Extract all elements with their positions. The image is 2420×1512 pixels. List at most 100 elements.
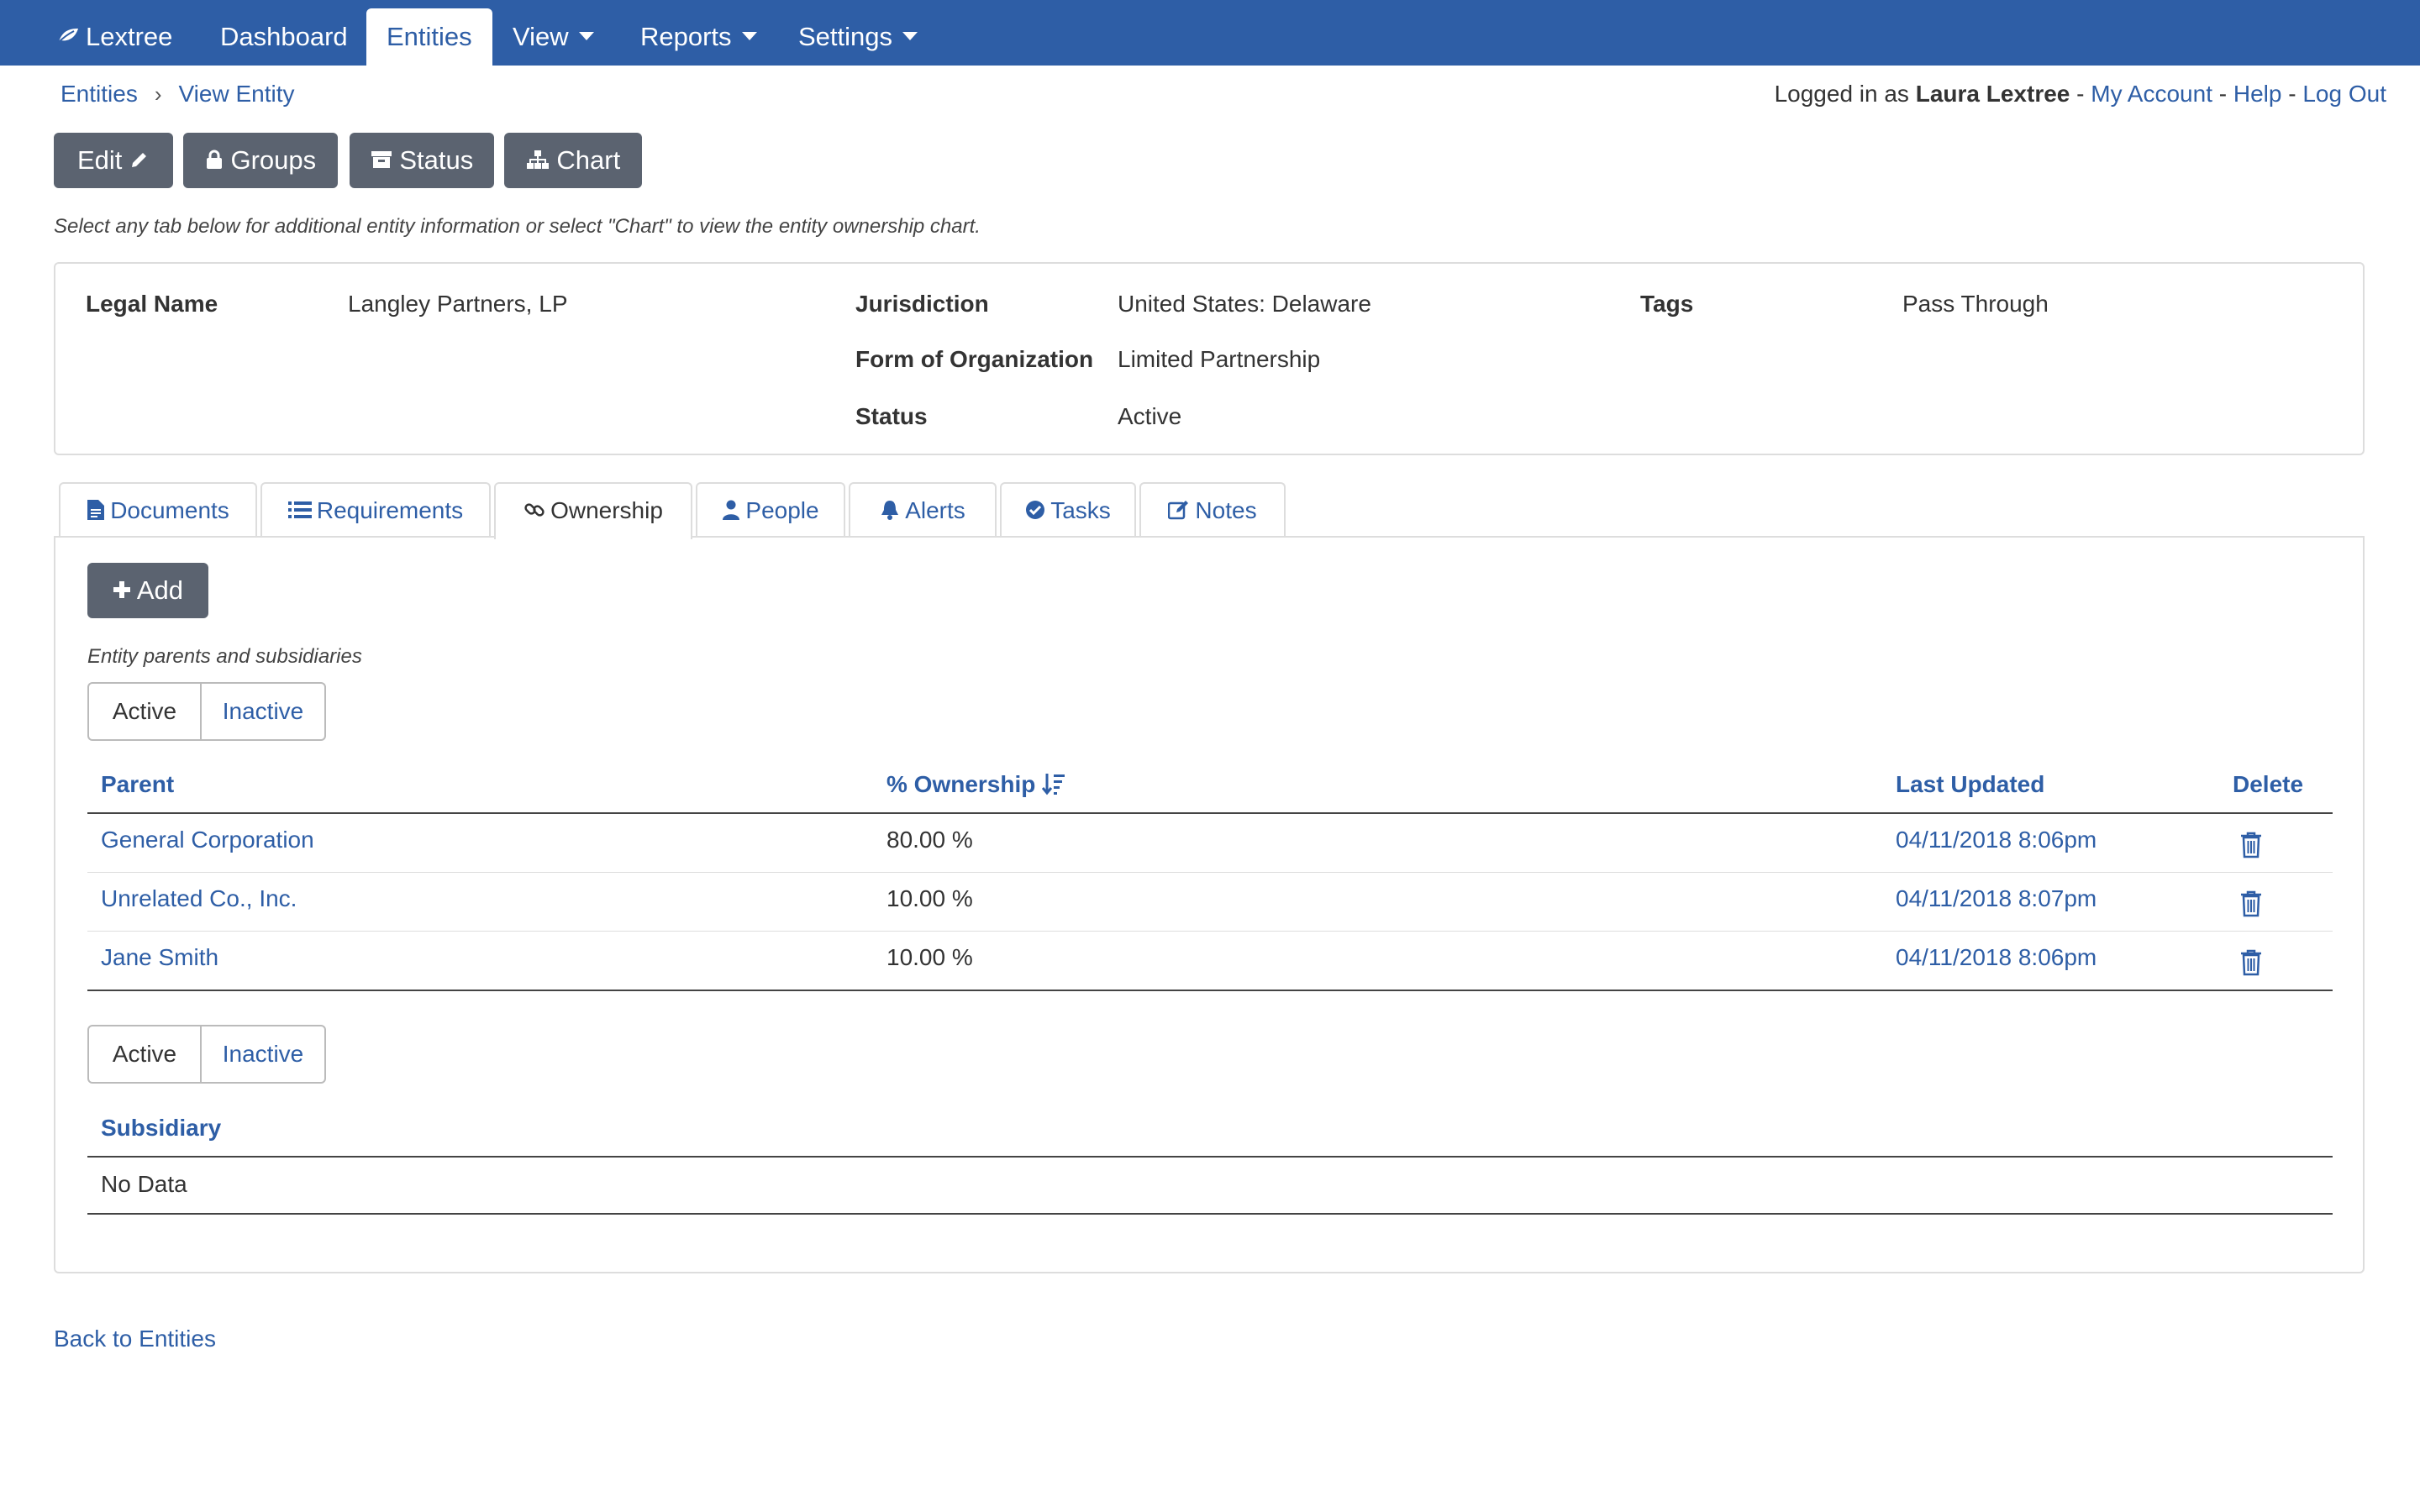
- parents-inactive-toggle[interactable]: Inactive: [202, 684, 324, 739]
- back-to-entities-link[interactable]: Back to Entities: [54, 1326, 216, 1352]
- nav-entities[interactable]: Entities: [366, 8, 492, 66]
- tab-people[interactable]: People: [696, 482, 845, 538]
- tags-label: Tags: [1640, 291, 1694, 317]
- legal-name-label: Legal Name: [86, 291, 218, 317]
- logout-link[interactable]: Log Out: [2302, 81, 2386, 107]
- col-ownership-label: % Ownership: [886, 771, 1036, 797]
- no-data-text: No Data: [101, 1171, 187, 1197]
- tab-tasks-label: Tasks: [1050, 497, 1111, 523]
- page-hint: Select any tab below for additional enti…: [54, 215, 981, 238]
- chart-button[interactable]: Chart: [504, 133, 642, 188]
- chart-label: Chart: [556, 145, 621, 175]
- pencil-icon: [132, 152, 147, 167]
- user-bar: Logged in as Laura Lextree - My Account …: [1775, 77, 2386, 111]
- table-bottom-rule: [87, 990, 2333, 991]
- add-ownership-button[interactable]: Add: [87, 563, 208, 618]
- separator: -: [2218, 81, 2228, 107]
- tab-notes-label: Notes: [1195, 497, 1257, 523]
- sitemap-icon: [526, 150, 549, 169]
- ownership-percent: 10.00 %: [886, 885, 973, 911]
- bell-icon: [881, 500, 899, 520]
- brand-label: Lextree: [86, 22, 173, 51]
- nav-reports[interactable]: Reports: [640, 0, 757, 66]
- tab-notes[interactable]: Notes: [1139, 482, 1286, 538]
- parent-name-link[interactable]: Jane Smith: [101, 944, 218, 971]
- row-divider: [87, 931, 2333, 932]
- sort-desc-icon[interactable]: [1042, 772, 1065, 795]
- ownership-percent: 10.00 %: [886, 944, 973, 970]
- parent-name-link[interactable]: General Corporation: [101, 827, 314, 853]
- last-updated-link[interactable]: 04/11/2018 8:06pm: [1896, 944, 2096, 971]
- tab-ownership[interactable]: Ownership: [494, 482, 692, 539]
- user-name: Laura Lextree: [1915, 81, 2070, 107]
- list-icon: [287, 501, 312, 518]
- jurisdiction-value: United States: Delaware: [1118, 291, 1371, 317]
- col-subsidiary[interactable]: Subsidiary: [101, 1115, 221, 1142]
- status-button[interactable]: Status: [350, 133, 494, 188]
- subsidiary-header-rule: [87, 1156, 2333, 1158]
- caret-down-icon: [902, 31, 918, 40]
- my-account-link[interactable]: My Account: [2091, 81, 2212, 107]
- form-of-organization-label: Form of Organization: [855, 346, 1094, 372]
- ownership-percent: 80.00 %: [886, 827, 973, 853]
- trash-icon[interactable]: [2240, 832, 2262, 858]
- last-updated-link[interactable]: 04/11/2018 8:07pm: [1896, 885, 2096, 912]
- breadcrumb-entities[interactable]: Entities: [60, 81, 138, 107]
- parent-name-link[interactable]: Unrelated Co., Inc.: [101, 885, 297, 912]
- nav-reports-label: Reports: [640, 22, 732, 51]
- col-ownership[interactable]: % Ownership: [886, 771, 1065, 798]
- nav-view-label: View: [513, 22, 569, 51]
- tab-people-label: People: [745, 497, 819, 523]
- link-icon: [524, 502, 544, 517]
- brand-link[interactable]: Lextree: [57, 0, 172, 66]
- subsidiary-filter-toggle: Active Inactive: [87, 1025, 326, 1084]
- nav-settings[interactable]: Settings: [798, 0, 918, 66]
- trash-icon[interactable]: [2240, 949, 2262, 976]
- lock-icon: [206, 150, 222, 169]
- file-icon: [87, 499, 105, 520]
- last-updated-link[interactable]: 04/11/2018 8:06pm: [1896, 827, 2096, 853]
- groups-label: Groups: [230, 145, 317, 175]
- add-label: Add: [136, 575, 184, 605]
- user-icon: [723, 500, 740, 520]
- edit-button[interactable]: Edit: [54, 133, 173, 188]
- nav-view[interactable]: View: [513, 0, 594, 66]
- archive-icon: [371, 150, 392, 168]
- chevron-right-icon: ›: [154, 81, 162, 107]
- form-of-organization-value: Limited Partnership: [1118, 346, 1321, 372]
- nav-settings-label: Settings: [798, 22, 893, 51]
- logged-in-prefix: Logged in as: [1774, 81, 1909, 107]
- top-navbar: Lextree Dashboard Entities View Reports …: [0, 0, 2420, 66]
- status-field-value: Active: [1118, 403, 1182, 429]
- parents-active-toggle[interactable]: Active: [89, 684, 202, 739]
- subsidiary-bottom-rule: [87, 1213, 2333, 1215]
- help-link[interactable]: Help: [2233, 81, 2282, 107]
- status-field-label: Status: [855, 403, 928, 429]
- plus-icon: [113, 580, 130, 598]
- caret-down-icon: [578, 31, 594, 40]
- tab-requirements[interactable]: Requirements: [260, 482, 491, 538]
- tab-requirements-label: Requirements: [316, 497, 464, 523]
- separator: -: [2288, 81, 2296, 107]
- tab-alerts[interactable]: Alerts: [849, 482, 997, 538]
- subsidiary-active-toggle[interactable]: Active: [89, 1026, 202, 1082]
- edit-label: Edit: [76, 145, 123, 175]
- col-last-updated[interactable]: Last Updated: [1896, 771, 2044, 798]
- groups-button[interactable]: Groups: [183, 133, 338, 188]
- tags-value: Pass Through: [1902, 291, 2049, 317]
- tab-documents[interactable]: Documents: [59, 482, 257, 538]
- trash-icon[interactable]: [2240, 890, 2262, 917]
- leaf-icon: [57, 28, 78, 44]
- jurisdiction-label: Jurisdiction: [855, 291, 989, 317]
- tab-documents-label: Documents: [110, 497, 229, 523]
- table-header-rule: [87, 812, 2333, 814]
- caret-down-icon: [741, 31, 757, 40]
- row-divider: [87, 872, 2333, 873]
- tab-tasks[interactable]: Tasks: [1000, 482, 1136, 538]
- col-parent[interactable]: Parent: [101, 771, 174, 798]
- subsidiary-inactive-toggle[interactable]: Inactive: [202, 1026, 324, 1082]
- breadcrumb-view-entity[interactable]: View Entity: [179, 81, 295, 107]
- nav-dashboard[interactable]: Dashboard: [220, 0, 348, 66]
- check-circle-icon: [1026, 500, 1045, 519]
- legal-name-value: Langley Partners, LP: [348, 291, 568, 317]
